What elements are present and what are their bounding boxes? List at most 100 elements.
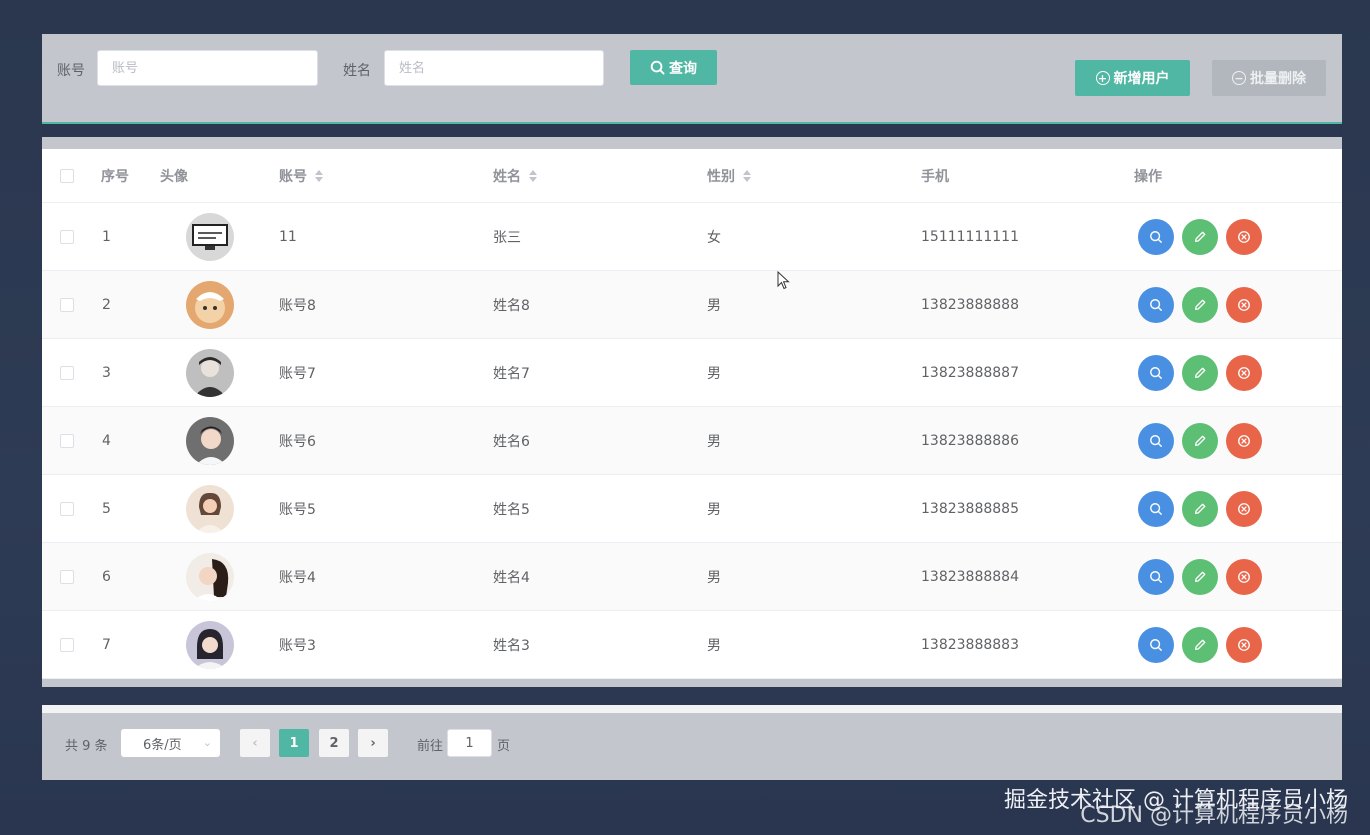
- close-circle-icon: [1238, 298, 1250, 311]
- delete-button[interactable]: [1226, 626, 1262, 663]
- user-table: 序号 头像 账号 姓名 性别 手机 操作 1 11 张三女 15111111111 2 账…: [42, 149, 1342, 679]
- header-phone: 手机: [921, 168, 949, 185]
- row-phone: 13823888884: [921, 568, 1019, 585]
- row-checkbox[interactable]: [60, 297, 74, 312]
- table-row: 5 账号5 姓名5 男 13823888885: [42, 475, 1342, 543]
- row-gender: 男: [707, 297, 721, 314]
- goto-page-input[interactable]: [447, 729, 492, 757]
- edit-button[interactable]: [1182, 422, 1218, 459]
- close-circle-icon: [1238, 570, 1250, 583]
- chevron-left-icon: ‹: [252, 735, 258, 751]
- header-gender-label: 性别: [707, 168, 735, 185]
- account-label: 账号: [57, 63, 85, 79]
- row-phone: 15111111111: [921, 228, 1019, 245]
- batch-delete-button[interactable]: − 批量删除: [1212, 60, 1326, 96]
- page-2-button[interactable]: 2: [319, 729, 349, 757]
- table-row: 3 账号7 姓名7 男 13823888887: [42, 339, 1342, 407]
- pagination: 共 9 条 6条/页 ⌄ ‹ 1 2 › 前往 页: [42, 729, 1342, 757]
- edit-button[interactable]: [1182, 558, 1218, 595]
- prev-page-button[interactable]: ‹: [240, 729, 270, 757]
- pencil-icon: [1194, 503, 1206, 514]
- header-account[interactable]: 账号: [279, 149, 323, 202]
- view-button[interactable]: [1138, 354, 1174, 391]
- edit-button[interactable]: [1182, 218, 1218, 255]
- row-account: 11: [279, 228, 297, 245]
- avatar: [186, 212, 234, 261]
- row-index: 4: [102, 432, 111, 449]
- add-user-button[interactable]: + 新增用户: [1075, 60, 1190, 96]
- avatar: [186, 484, 234, 533]
- pencil-icon: [1194, 571, 1206, 582]
- row-checkbox[interactable]: [60, 365, 74, 380]
- view-button[interactable]: [1138, 558, 1174, 595]
- close-circle-icon: [1238, 434, 1250, 447]
- row-account: 账号7: [279, 365, 316, 382]
- table-header-row: 序号 头像 账号 姓名 性别 手机 操作: [42, 149, 1342, 203]
- delete-button[interactable]: [1226, 218, 1262, 255]
- pencil-icon: [1194, 367, 1206, 378]
- row-checkbox[interactable]: [60, 433, 74, 448]
- avatar: [186, 552, 234, 601]
- row-index: 5: [102, 500, 111, 517]
- row-name: 姓名6: [493, 433, 530, 450]
- edit-button[interactable]: [1182, 286, 1218, 323]
- row-account: 账号3: [279, 637, 316, 654]
- row-account: 账号5: [279, 501, 316, 518]
- view-button[interactable]: [1138, 218, 1174, 255]
- delete-button[interactable]: [1226, 422, 1262, 459]
- divider-strip: [42, 124, 1342, 137]
- batch-delete-button-label: 批量删除: [1250, 71, 1306, 87]
- row-name: 姓名5: [493, 501, 530, 518]
- delete-button[interactable]: [1226, 286, 1262, 323]
- pagination-panel: 共 9 条 6条/页 ⌄ ‹ 1 2 › 前往 页: [42, 705, 1342, 780]
- close-circle-icon: [1238, 366, 1250, 379]
- page-1-button[interactable]: 1: [279, 729, 309, 757]
- edit-button[interactable]: [1182, 354, 1218, 391]
- row-checkbox[interactable]: [60, 637, 74, 652]
- table-row: 4 账号6 姓名6 男 13823888886: [42, 407, 1342, 475]
- row-index: 7: [102, 636, 111, 653]
- row-index: 3: [102, 364, 111, 381]
- pencil-icon: [1194, 231, 1206, 242]
- query-button-label: 查询: [669, 60, 697, 77]
- pagination-total: 共 9 条: [65, 739, 108, 754]
- delete-button[interactable]: [1226, 558, 1262, 595]
- search-icon: [650, 60, 665, 75]
- name-search-input[interactable]: [384, 50, 604, 86]
- edit-button[interactable]: [1182, 490, 1218, 527]
- row-checkbox[interactable]: [60, 229, 74, 244]
- view-button[interactable]: [1138, 286, 1174, 323]
- header-actions: 操作: [1134, 168, 1162, 185]
- watermark-csdn: CSDN @计算机程序员小杨: [1080, 803, 1348, 828]
- sort-caret-icon[interactable]: [743, 169, 751, 182]
- avatar: [186, 280, 234, 329]
- name-label: 姓名: [343, 63, 371, 79]
- header-avatar: 头像: [160, 168, 188, 185]
- view-button[interactable]: [1138, 626, 1174, 663]
- row-checkbox[interactable]: [60, 501, 74, 516]
- plus-circle-icon: +: [1095, 71, 1110, 85]
- view-button[interactable]: [1138, 490, 1174, 527]
- row-name: 姓名7: [493, 365, 530, 382]
- account-search-input[interactable]: [97, 50, 318, 86]
- row-checkbox[interactable]: [60, 569, 74, 584]
- row-name: 姓名8: [493, 297, 530, 314]
- page-suffix: 页: [497, 739, 511, 754]
- delete-button[interactable]: [1226, 354, 1262, 391]
- view-button[interactable]: [1138, 422, 1174, 459]
- search-icon: [1150, 434, 1162, 447]
- page-size-select[interactable]: 6条/页 ⌄: [121, 729, 220, 757]
- mouse-cursor-icon: [777, 271, 790, 290]
- sort-caret-icon[interactable]: [529, 169, 537, 182]
- row-phone: 13823888883: [921, 636, 1019, 653]
- delete-button[interactable]: [1226, 490, 1262, 527]
- next-page-button[interactable]: ›: [358, 729, 388, 757]
- close-circle-icon: [1238, 230, 1250, 243]
- table-row: 6 账号4 姓名4 男 13823888884: [42, 543, 1342, 611]
- edit-button[interactable]: [1182, 626, 1218, 663]
- query-button[interactable]: 查询: [630, 50, 717, 85]
- sort-caret-icon[interactable]: [315, 169, 323, 182]
- header-name[interactable]: 姓名: [493, 149, 537, 202]
- header-gender[interactable]: 性别: [707, 149, 751, 202]
- select-all-checkbox[interactable]: [60, 168, 74, 183]
